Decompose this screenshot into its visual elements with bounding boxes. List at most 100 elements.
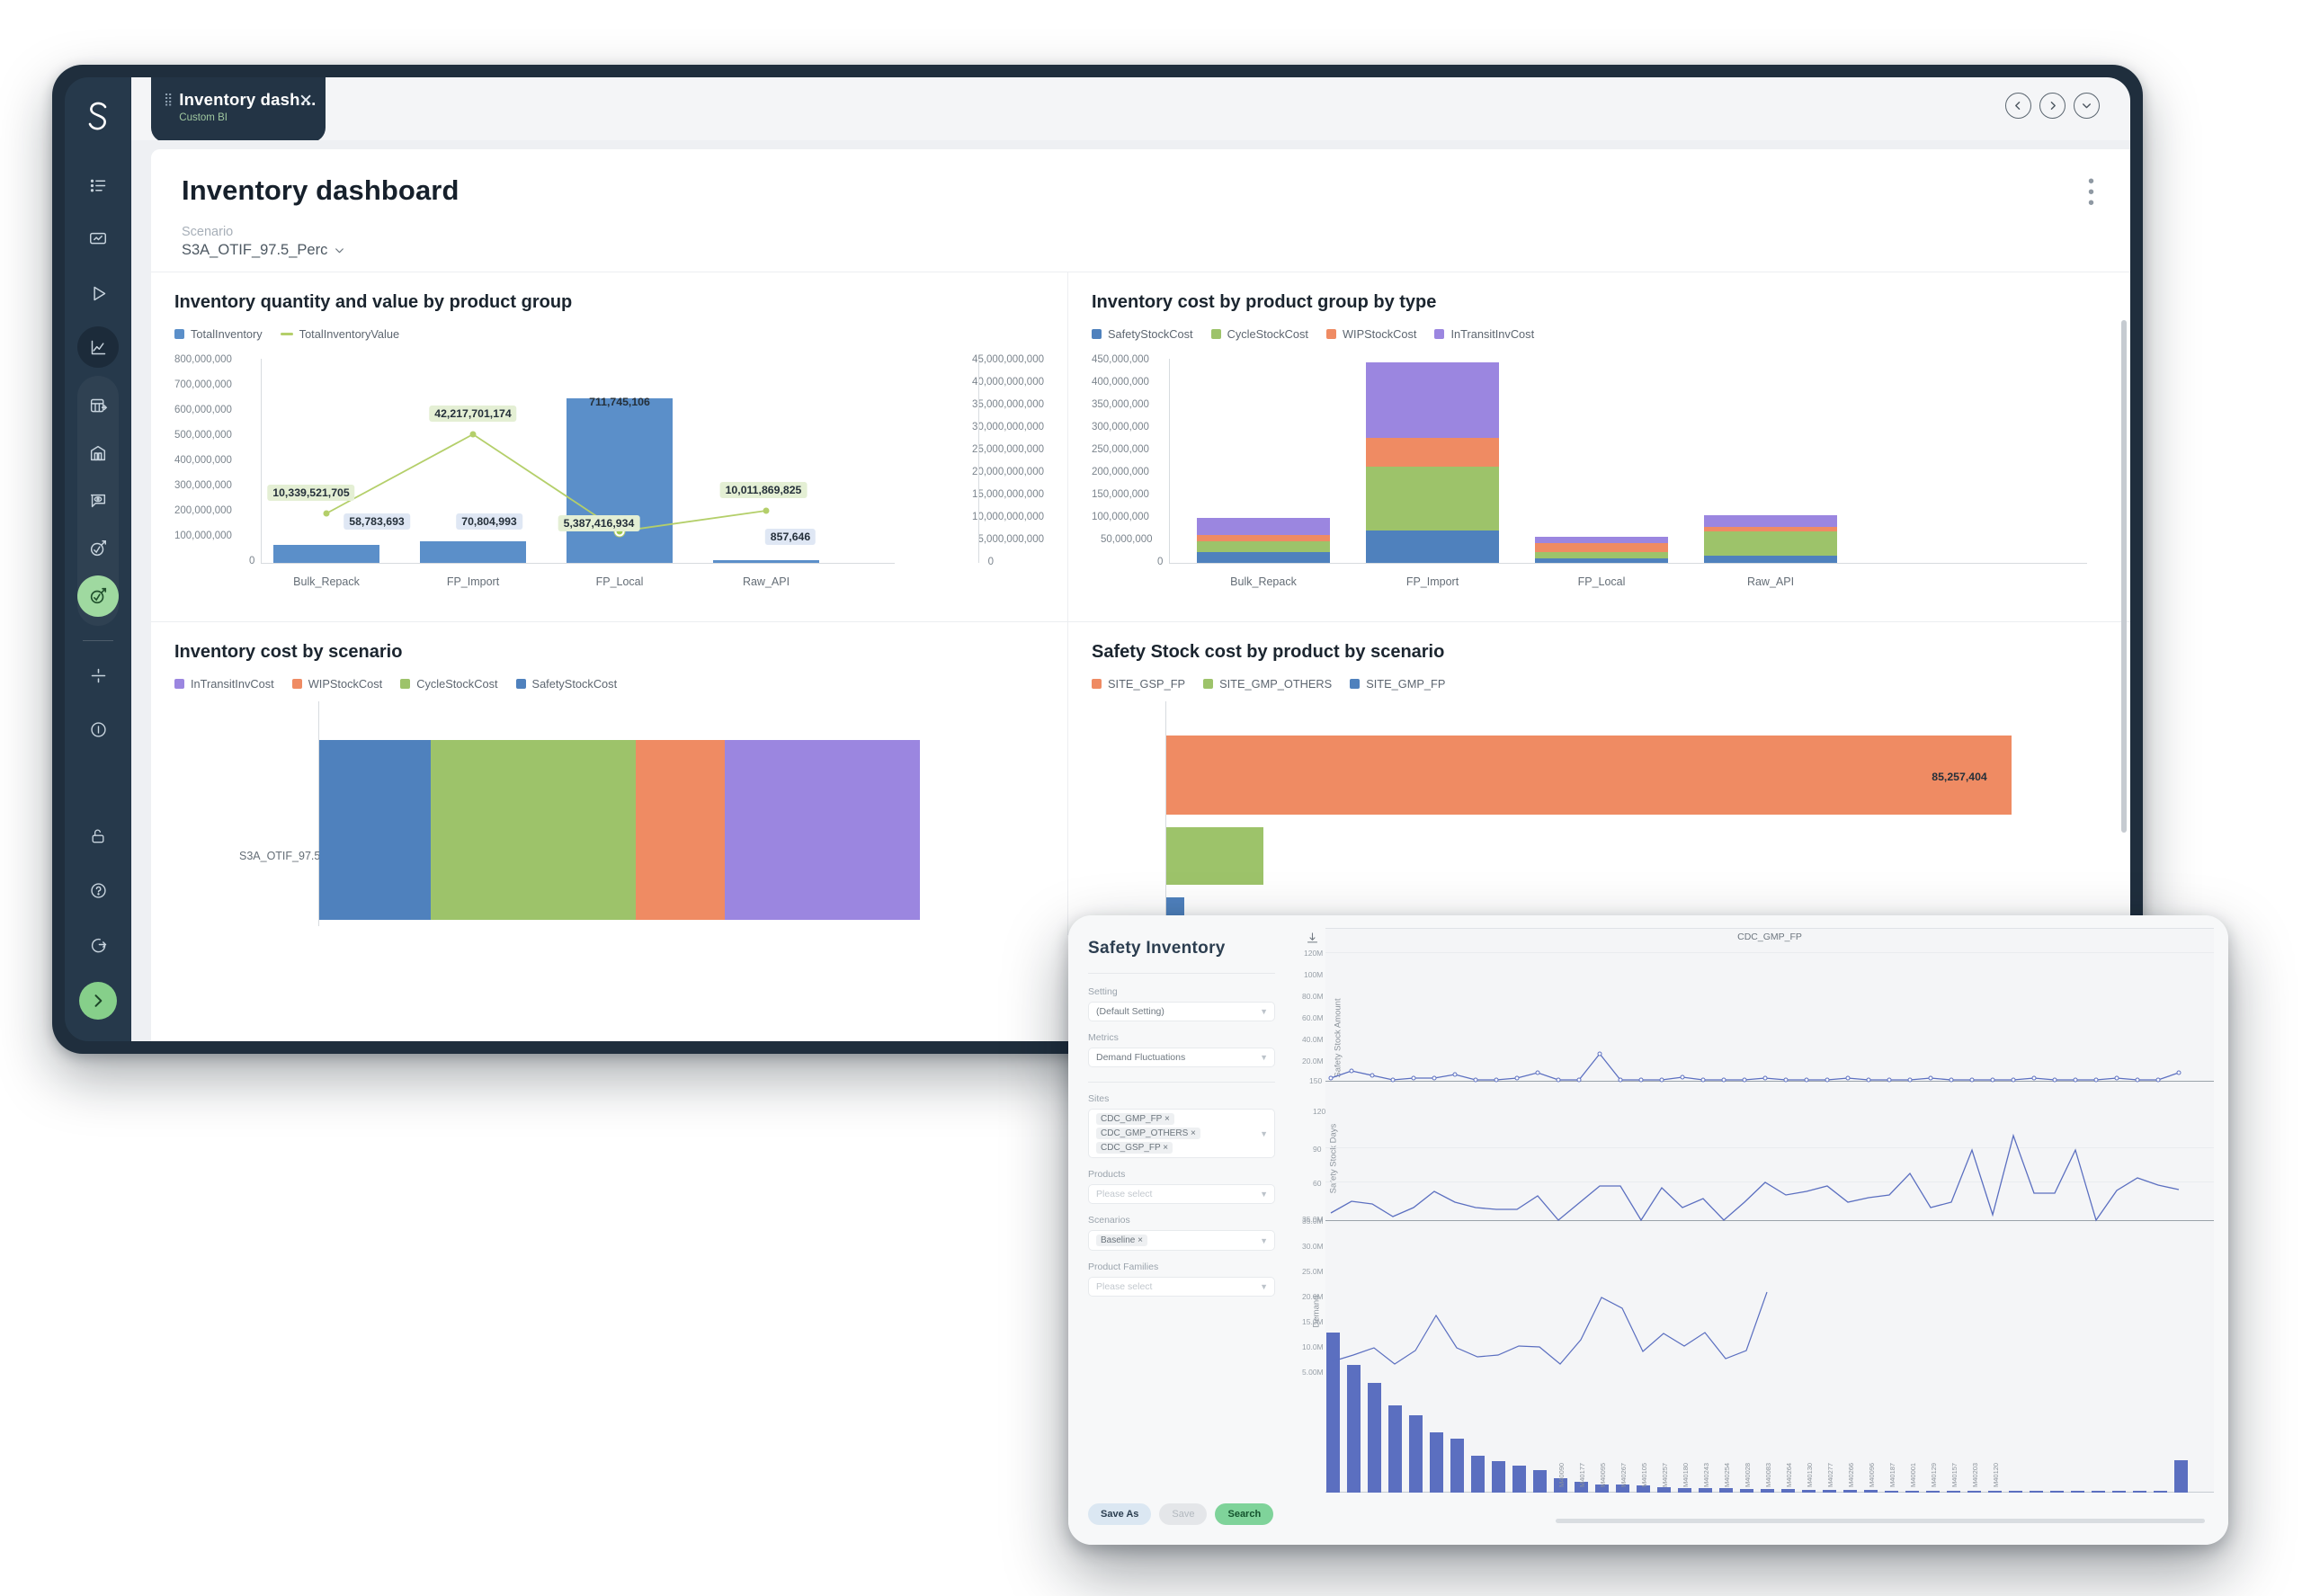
chart-horizontal-scrollbar[interactable]	[1556, 1519, 2205, 1523]
sidebar-item-logout[interactable]	[77, 923, 119, 965]
sidebar-item-divide[interactable]	[77, 655, 119, 696]
legend-item[interactable]: SafetyStockCost	[515, 677, 617, 691]
sidebar-item-presentation[interactable]	[77, 218, 119, 260]
bar-site-gmp-others[interactable]	[1166, 827, 1263, 885]
bar-fp-local[interactable]	[567, 398, 673, 563]
close-icon[interactable]: ✕	[299, 91, 313, 111]
search-button[interactable]: Search	[1215, 1503, 1274, 1525]
stack-segment[interactable]	[1197, 518, 1330, 535]
legend-label: CycleStockCost	[416, 677, 498, 691]
metrics-select[interactable]: Demand Fluctuations ▼	[1088, 1048, 1275, 1067]
legend-item[interactable]: CycleStockCost	[1210, 327, 1308, 341]
content-scrollbar[interactable]	[2121, 320, 2127, 833]
demand-bar[interactable]	[1471, 1456, 1485, 1493]
demand-bar[interactable]	[1409, 1415, 1423, 1493]
sidebar-item-unlock[interactable]	[77, 816, 119, 857]
stack-segment[interactable]	[1535, 543, 1668, 552]
site-tag[interactable]: CDC_GMP_OTHERS ×	[1096, 1128, 1200, 1139]
stack-segment-wipstockcost[interactable]	[636, 740, 725, 920]
category-label: Bulk_Repack	[1230, 575, 1297, 588]
bar-bulk-repack[interactable]	[273, 545, 379, 563]
stack-segment[interactable]	[1366, 438, 1499, 467]
legend-item[interactable]: SafetyStockCost	[1092, 327, 1193, 341]
legend-item[interactable]: TotalInventoryValue	[280, 327, 399, 341]
stack-segment-intransitinvcost[interactable]	[725, 740, 920, 920]
chevron-left-icon[interactable]	[2005, 93, 2031, 119]
download-icon[interactable]	[1306, 932, 1319, 948]
stack-segment[interactable]	[1366, 362, 1499, 438]
scenario-select[interactable]: S3A_OTIF_97.5_Perc	[182, 242, 2100, 259]
sidebar-item-play[interactable]	[77, 272, 119, 314]
demand-bar[interactable]	[1388, 1405, 1402, 1493]
legend-item[interactable]: WIPStockCost	[1325, 327, 1416, 341]
sidebar-item-target-chart-active[interactable]	[77, 575, 119, 617]
stack-segment[interactable]	[1366, 531, 1499, 563]
demand-bar[interactable]	[1347, 1365, 1361, 1493]
product-families-select[interactable]: Please select ▼	[1088, 1277, 1275, 1297]
save-button[interactable]: Save	[1159, 1503, 1208, 1525]
bar-site-gsp-fp[interactable]	[1166, 736, 2012, 815]
setting-select[interactable]: (Default Setting) ▼	[1088, 1002, 1275, 1021]
field-label-products: Products	[1088, 1169, 1126, 1180]
tab-inventory-dashboard[interactable]: ⣿ Inventory dash… Custom BI ✕	[151, 77, 326, 142]
demand-bar[interactable]	[1450, 1439, 1464, 1493]
sidebar-item-list[interactable]	[77, 165, 119, 206]
legend-item[interactable]: InTransitInvCost	[174, 677, 274, 691]
legend-swatch	[1092, 679, 1102, 689]
demand-bar[interactable]	[1430, 1432, 1443, 1493]
legend-item[interactable]: CycleStockCost	[400, 677, 498, 691]
scenarios-select[interactable]: Baseline × ▼	[1088, 1230, 1275, 1251]
line-point[interactable]	[763, 507, 770, 514]
legend-item[interactable]: WIPStockCost	[291, 677, 382, 691]
demand-bar[interactable]	[1368, 1383, 1381, 1493]
stack-segment-cyclestockcost[interactable]	[431, 740, 636, 920]
drag-grip-icon[interactable]: ⣿	[164, 90, 173, 142]
dashboard-row-2: Inventory cost by scenario InTransitInvC…	[151, 621, 2130, 935]
demand-bar[interactable]	[1512, 1466, 1526, 1493]
sidebar-item-warehouse[interactable]	[77, 432, 119, 474]
chevron-right-icon[interactable]	[2039, 93, 2066, 119]
site-tag[interactable]: CDC_GSP_FP ×	[1096, 1142, 1173, 1154]
stack-segment[interactable]	[1197, 535, 1330, 541]
screenshot-root: ⣿ Inventory dash… Custom BI ✕ Inventory …	[0, 0, 2302, 1596]
stack-segment[interactable]	[1704, 515, 1837, 527]
stack-segment[interactable]	[1535, 558, 1668, 563]
stack-segment[interactable]	[1197, 552, 1330, 563]
scenario-tag[interactable]: Baseline ×	[1096, 1235, 1147, 1246]
legend-item[interactable]: TotalInventory	[174, 327, 263, 341]
line-point[interactable]	[323, 510, 330, 517]
demand-bar[interactable]	[1492, 1461, 1505, 1493]
stack-segment-safetystockcost[interactable]	[319, 740, 431, 920]
line-point[interactable]	[469, 431, 477, 438]
demand-bar[interactable]	[1533, 1470, 1547, 1493]
app-logo[interactable]	[79, 97, 117, 135]
sidebar-item-table-export[interactable]	[77, 385, 119, 426]
sidebar-item-chat-insight[interactable]	[77, 480, 119, 522]
bar-raw-api[interactable]	[713, 560, 819, 563]
sidebar-item-help[interactable]	[77, 869, 119, 911]
stack-segment[interactable]	[1197, 541, 1330, 552]
more-vertical-icon[interactable]: • • •	[2088, 173, 2094, 212]
legend-item[interactable]: SITE_GSP_FP	[1092, 677, 1185, 691]
sites-select[interactable]: CDC_GMP_FP × CDC_GMP_OTHERS × CDC_GSP_FP…	[1088, 1109, 1275, 1158]
stack-segment[interactable]	[1535, 537, 1668, 543]
stack-segment[interactable]	[1535, 552, 1668, 558]
sidebar-expand-button[interactable]	[79, 982, 117, 1020]
sidebar-item-info[interactable]	[77, 709, 119, 750]
stack-segment[interactable]	[1704, 556, 1837, 563]
sidebar-item-line-chart[interactable]	[77, 326, 119, 368]
x-tick: M40267	[1619, 1462, 1628, 1487]
bar-fp-import[interactable]	[420, 541, 526, 563]
stack-segment[interactable]	[1704, 531, 1837, 556]
stack-segment[interactable]	[1704, 527, 1837, 531]
chevron-down-icon[interactable]	[2074, 93, 2100, 119]
demand-bar[interactable]	[1326, 1333, 1340, 1493]
products-select[interactable]: Please select ▼	[1088, 1184, 1275, 1204]
legend-item[interactable]: InTransitInvCost	[1434, 327, 1534, 341]
sidebar-item-target-chart[interactable]	[77, 528, 119, 569]
save-as-button[interactable]: Save As	[1088, 1503, 1152, 1525]
site-tag[interactable]: CDC_GMP_FP ×	[1096, 1113, 1174, 1125]
legend-item[interactable]: SITE_GMP_FP	[1350, 677, 1445, 691]
stack-segment[interactable]	[1366, 467, 1499, 531]
legend-item[interactable]: SITE_GMP_OTHERS	[1203, 677, 1332, 691]
